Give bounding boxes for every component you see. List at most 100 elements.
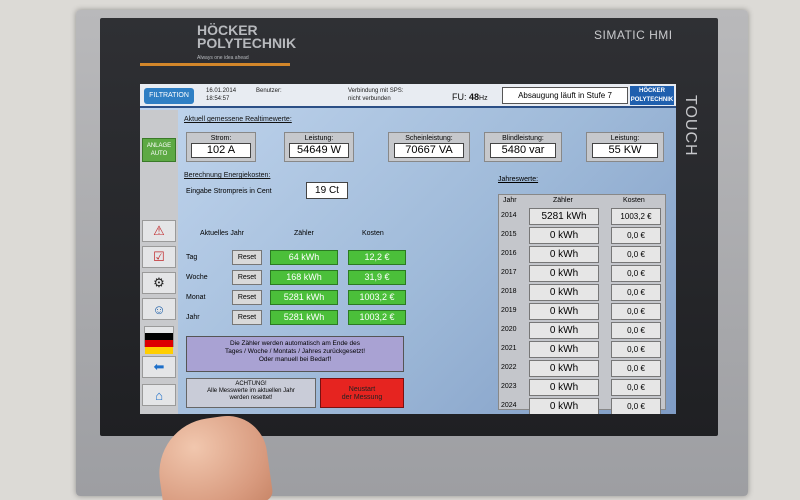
yearly-year: 2022 <box>501 364 517 371</box>
price-label: Eingabe Strompreis in Cent <box>186 188 272 195</box>
status-display: Absaugung läuft in Stufe 7 <box>502 87 628 104</box>
yearly-year: 2016 <box>501 250 517 257</box>
yearly-year: 2020 <box>501 326 517 333</box>
yearly-row: 2024 0 kWh 0,0 € <box>499 397 667 414</box>
brand-bar <box>140 63 290 66</box>
main-content: Aktuell gemessene Realtimewerte: Strom: … <box>182 114 672 414</box>
user-icon: ☺ <box>152 301 166 317</box>
yearly-counter: 0 kWh <box>529 303 599 320</box>
yearly-title: Jahreswerte: <box>498 176 539 183</box>
counter-woche: 168 kWh <box>270 270 338 285</box>
yearly-row: 2016 0 kWh 0,0 € <box>499 245 667 264</box>
leistung-box: Leistung: 54649 W <box>284 132 354 162</box>
yearly-year: 2015 <box>501 231 517 238</box>
yearly-year: 2017 <box>501 269 517 276</box>
fu-label: FU: <box>452 92 467 102</box>
brand-line-2: POLYTECHNIK <box>197 35 297 51</box>
sps-value: nicht verbunden <box>348 96 391 102</box>
yearly-cost: 0,0 € <box>611 265 661 282</box>
row-label-jahr: Jahr <box>186 314 200 321</box>
yearly-row: 2017 0 kWh 0,0 € <box>499 264 667 283</box>
yearly-row: 2014 5281 kWh 1003,2 € <box>499 207 667 226</box>
yearly-year: 2018 <box>501 288 517 295</box>
yearly-row: 2015 0 kWh 0,0 € <box>499 226 667 245</box>
checklist-button[interactable]: ☑ <box>142 246 176 268</box>
leistung-kw-value: 55 KW <box>592 143 658 158</box>
brand-tagline: Always one idea ahead <box>197 55 249 61</box>
yearly-year: 2014 <box>501 212 517 219</box>
yearly-counter: 0 kWh <box>529 227 599 244</box>
yearly-counter: 0 kWh <box>529 246 599 263</box>
date: 16.01.2014 <box>206 88 237 94</box>
row-label-monat: Monat <box>186 294 206 301</box>
language-button[interactable] <box>144 326 174 354</box>
yearly-counter: 0 kWh <box>529 398 599 414</box>
fu-unit: Hz <box>479 95 488 102</box>
user-label: Benutzer: <box>256 88 282 94</box>
reset-tag-button[interactable]: Reset <box>232 250 262 265</box>
leistung-kw-box: Leistung: 55 KW <box>586 132 664 162</box>
yearly-cost: 0,0 € <box>611 398 661 414</box>
yearly-year: 2021 <box>501 345 517 352</box>
strom-box: Strom: 102 A <box>186 132 256 162</box>
yearly-row: 2018 0 kWh 0,0 € <box>499 283 667 302</box>
info-line-3: Oder manuell bei Bedarf! <box>258 356 332 363</box>
reset-monat-button[interactable]: Reset <box>232 290 262 305</box>
reset-jahr-button[interactable]: Reset <box>232 310 262 325</box>
corner-logo-line-1: HÖCKER <box>638 88 665 94</box>
home-button[interactable]: ⌂ <box>142 384 176 406</box>
reset-woche-button[interactable]: Reset <box>232 270 262 285</box>
blindleistung-box: Blindleistung: 5480 var <box>484 132 562 162</box>
leistung-label: Leistung: <box>304 135 334 142</box>
scheinleistung-box: Scheinleistung: 70667 VA <box>388 132 470 162</box>
gear-icon: ⚙ <box>153 275 165 290</box>
brand-logo: HÖCKER POLYTECHNIK <box>197 23 297 51</box>
yearly-cost: 0,0 € <box>611 246 661 263</box>
yearly-panel: Jahr Zähler Kosten 2014 5281 kWh 1003,2 €2… <box>498 194 667 414</box>
price-input[interactable]: 19 Ct <box>306 182 348 199</box>
yearly-row: 2023 0 kWh 0,0 € <box>499 378 667 397</box>
yearly-cost: 0,0 € <box>611 341 661 358</box>
yearly-row: 2020 0 kWh 0,0 € <box>499 321 667 340</box>
mode-line-1: ANLAGE <box>146 143 172 149</box>
cost-tag: 12,2 € <box>348 250 406 265</box>
info-line-1: Die Zähler werden automatisch am Ende de… <box>229 340 361 347</box>
row-label-tag: Tag <box>186 254 198 261</box>
restart-line-2: der Messung <box>341 394 383 401</box>
fu-readout: FU: 48Hz <box>452 92 488 102</box>
restart-measurement-button[interactable]: Neustart der Messung <box>320 378 404 408</box>
time: 18:54:57 <box>206 96 230 102</box>
yearly-counter: 0 kWh <box>529 360 599 377</box>
blindleistung-label: Blindleistung: <box>502 135 544 142</box>
sps-label: Verbindung mit SPS: <box>348 88 404 94</box>
back-button[interactable]: ⬅ <box>142 356 176 378</box>
settings-button[interactable]: ⚙ <box>142 272 176 294</box>
cost-jahr: 1003,2 € <box>348 310 406 325</box>
filtration-logo: FILTRATION <box>144 88 194 104</box>
yearly-row: 2022 0 kWh 0,0 € <box>499 359 667 378</box>
warning-button[interactable]: ⚠ <box>142 220 176 242</box>
yearly-year: 2023 <box>501 383 517 390</box>
realtime-title: Aktuell gemessene Realtimewerte: <box>184 116 292 123</box>
home-icon: ⌂ <box>155 387 163 403</box>
warning-icon: ⚠ <box>153 223 165 238</box>
anlage-auto-button[interactable]: ANLAGE AUTO <box>142 138 176 162</box>
yearly-cost: 0,0 € <box>611 360 661 377</box>
scheinleistung-value: 70667 VA <box>394 143 464 158</box>
counter-monat: 5281 kWh <box>270 290 338 305</box>
row-label-woche: Woche <box>186 274 208 281</box>
yearly-counter: 0 kWh <box>529 322 599 339</box>
yearly-cost-header: Kosten <box>623 197 645 204</box>
left-nav: ANLAGE AUTO ⚠ ☑ ⚙ ☺ ⬅ ⌂ <box>140 110 178 414</box>
user-button[interactable]: ☺ <box>142 298 176 320</box>
yearly-counter: 0 kWh <box>529 265 599 282</box>
warn-line-3: werden resettet! <box>229 395 273 401</box>
counter-tag: 64 kWh <box>270 250 338 265</box>
yearly-cost: 0,0 € <box>611 379 661 396</box>
fu-value: 48 <box>469 92 480 102</box>
model-label: SIMATIC HMI <box>594 28 673 42</box>
energy-title: Berechnung Energiekosten: <box>184 172 271 179</box>
info-line-2: Tages / Woche / Montats / Jahres zurückg… <box>224 348 366 355</box>
yearly-row: 2019 0 kWh 0,0 € <box>499 302 667 321</box>
back-arrow-icon: ⬅ <box>153 359 165 374</box>
